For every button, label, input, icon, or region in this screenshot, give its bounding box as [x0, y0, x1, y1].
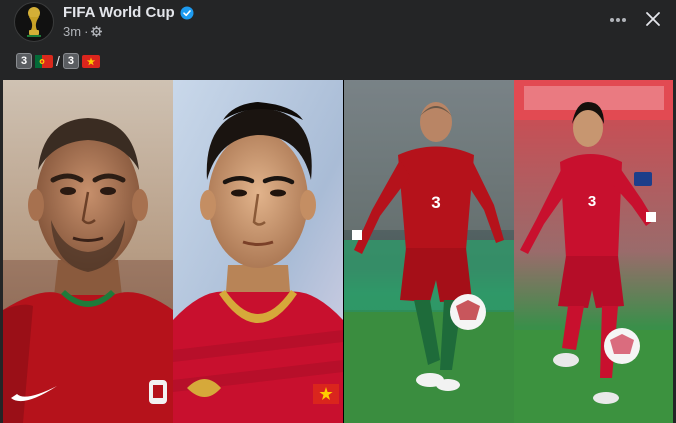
close-button[interactable] [640, 6, 666, 32]
portugal-player-action: 3 [344, 80, 514, 423]
page-name-text[interactable]: FIFA World Cup [63, 4, 175, 21]
post-timestamp[interactable]: 3m [63, 24, 81, 39]
keycap-digit-left: 3 [16, 53, 32, 69]
vietnam-flag-icon [81, 54, 100, 68]
page-avatar[interactable] [14, 2, 54, 42]
post-meta: 3m · [63, 24, 103, 39]
gear-icon[interactable] [91, 26, 103, 37]
shirt-number-right: 3 [588, 193, 596, 210]
page-name-link[interactable]: FIFA World Cup [63, 4, 194, 21]
shirt-number-left: 3 [431, 193, 440, 212]
close-icon [646, 12, 660, 26]
vietnam-player-portrait [173, 80, 343, 423]
vietnam-player-action: 3 [514, 80, 673, 423]
facebook-post: FIFA World Cup 3m · 3 / 3 3 3 [0, 0, 676, 423]
post-caption: 3 / 3 [16, 53, 100, 69]
caption-slash: / [56, 53, 60, 69]
more-options-button[interactable] [606, 8, 630, 32]
post-image[interactable]: 3 3 [3, 80, 673, 423]
portugal-player-portrait [3, 80, 173, 423]
verified-badge-icon [180, 6, 194, 19]
more-options-icon [610, 18, 626, 22]
post-header: FIFA World Cup 3m · [0, 0, 676, 48]
portugal-flag-icon [35, 54, 53, 68]
keycap-digit-right: 3 [62, 53, 79, 69]
meta-separator: · [84, 24, 89, 39]
fifa-trophy-logo [27, 7, 41, 37]
